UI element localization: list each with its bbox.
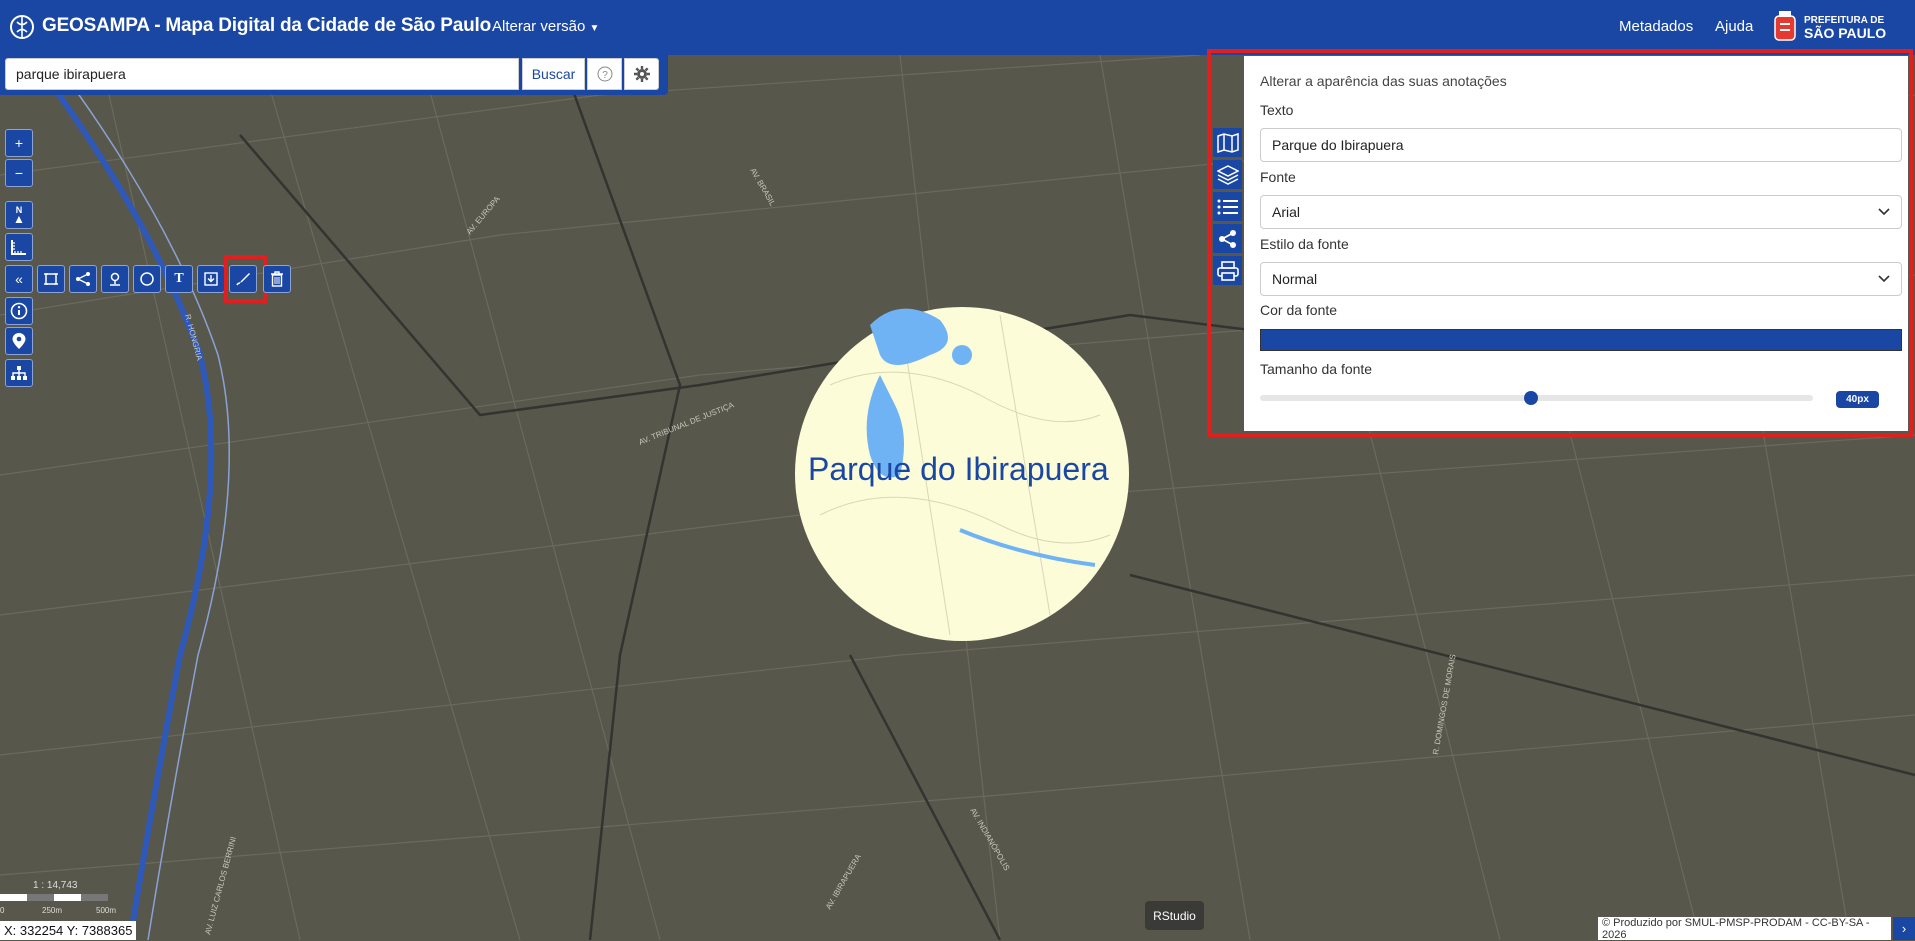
app-title: GEOSAMPA - Mapa Digital da Cidade de São… [42, 15, 491, 36]
city-coat-of-arms-icon [1774, 11, 1796, 41]
street-label: AV. EUROPA [465, 194, 503, 236]
street-label: AV. TRIBUNAL DE JUSTIÇA [637, 400, 735, 447]
scale-tick: 250m [42, 906, 63, 915]
map-scale-ratio: 1 : 14,743 [33, 880, 78, 891]
svg-text:?: ? [602, 70, 608, 81]
street-label: R. DOMINGOS DE MORAIS [1431, 654, 1458, 756]
draw-polyline-button[interactable] [69, 265, 97, 293]
street-label: AV. INDIANÓPOLIS [968, 807, 1011, 873]
measure-button[interactable] [5, 233, 33, 261]
location-button[interactable] [5, 327, 33, 355]
ruler-icon [11, 240, 26, 255]
map-annotation-text[interactable]: Parque do Ibirapuera [808, 451, 1109, 488]
info-icon [10, 302, 28, 320]
scale-tick: 500m [96, 906, 117, 915]
version-menu-label: Alterar versão [492, 18, 586, 35]
scale-tick: 0 [0, 906, 5, 915]
rstudio-tooltip: RStudio [1145, 901, 1204, 930]
attribution-toggle-button[interactable]: › [1893, 917, 1915, 940]
search-bar: Buscar ? [0, 55, 668, 95]
draw-rectangle-button[interactable] [37, 265, 65, 293]
delete-drawing-button[interactable] [263, 265, 291, 293]
info-button[interactable] [5, 297, 33, 325]
draw-point-button[interactable] [101, 265, 129, 293]
city-logo[interactable]: PREFEITURA DE SÃO PAULO [1772, 10, 1886, 44]
save-drawing-button[interactable] [197, 265, 225, 293]
gear-icon [633, 66, 650, 82]
north-arrow-icon: ▲ [13, 212, 25, 226]
nav-metadata-link[interactable]: Metadados [1619, 18, 1693, 35]
draw-text-button[interactable]: T [165, 265, 193, 293]
circle-icon [140, 272, 154, 286]
search-input[interactable] [5, 58, 519, 90]
map-pin-icon [12, 333, 26, 349]
street-label: AV. BRASIL [748, 167, 777, 209]
coordinate-readout: X: 332254 Y: 7388365 [0, 921, 137, 940]
rectangle-icon [44, 273, 58, 285]
map-attribution: © Produzido por SMUL-PMSP-PRODAM - CC-BY… [1598, 917, 1891, 941]
nav-help-link[interactable]: Ajuda [1715, 18, 1753, 35]
city-logo-line2: SÃO PAULO [1804, 25, 1887, 41]
search-help-button[interactable]: ? [587, 58, 622, 90]
street-label: AV. LUIZ CARLOS BERRINI [203, 836, 238, 936]
map-marker-icon [110, 272, 120, 286]
panel-highlight [1207, 49, 1913, 437]
trash-icon [271, 271, 283, 287]
draw-circle-button[interactable] [133, 265, 161, 293]
search-button[interactable]: Buscar [522, 58, 585, 90]
street-label: R. HONGRIA [183, 313, 204, 362]
search-settings-button[interactable] [624, 58, 659, 90]
version-menu[interactable]: Alterar versão ▼ [492, 18, 599, 35]
zoom-in-button[interactable]: + [5, 129, 33, 157]
caret-down-icon: ▼ [589, 23, 600, 34]
zoom-out-button[interactable]: − [5, 159, 33, 187]
double-chevron-left-icon: « [15, 271, 23, 287]
north-arrow-button[interactable]: N ▲ [5, 201, 33, 229]
sitemap-icon [11, 366, 27, 380]
scale-bar [0, 894, 108, 901]
share-nodes-icon [76, 272, 90, 286]
text-tool-icon: T [174, 271, 184, 286]
sitemap-button[interactable] [5, 359, 33, 387]
street-label: AV. IBIRAPUERA [824, 852, 863, 911]
geosampa-logo-icon [10, 15, 34, 39]
download-icon [204, 272, 218, 286]
lake [952, 345, 972, 365]
active-tool-highlight [224, 255, 267, 303]
question-circle-icon: ? [597, 66, 612, 82]
collapse-toolbar-button[interactable]: « [5, 265, 33, 293]
top-bar: GEOSAMPA - Mapa Digital da Cidade de São… [0, 0, 1915, 55]
